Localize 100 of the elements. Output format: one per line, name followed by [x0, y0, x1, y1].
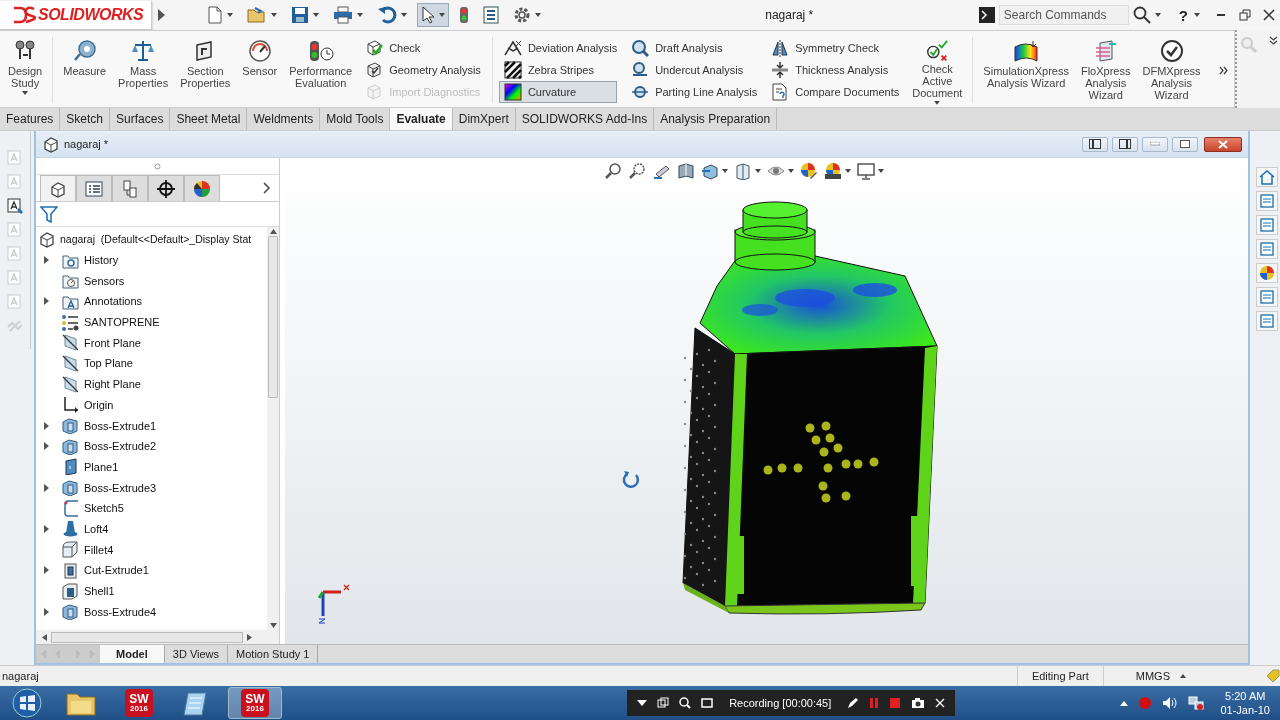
command-prompt-icon[interactable]: [978, 7, 995, 23]
view-toolbar-button[interactable]: [629, 162, 647, 180]
ribbon-button[interactable]: Curvature: [498, 81, 617, 103]
expand-arrow-icon[interactable]: [43, 256, 49, 265]
bottle-model-drawing[interactable]: [682, 201, 938, 615]
pencil-icon[interactable]: [847, 697, 860, 709]
zoom-icon[interactable]: [679, 697, 692, 709]
tree-item[interactable]: Top Plane: [84, 357, 133, 370]
command-tab[interactable]: SOLIDWORKS Add-Ins: [515, 108, 655, 130]
splitter-handle-icon[interactable]: [154, 162, 161, 170]
ribbon-button[interactable]: Zebra Stripes: [498, 59, 623, 81]
expand-arrow-icon[interactable]: [43, 297, 49, 306]
tree-item[interactable]: Shell1: [84, 585, 115, 598]
command-tab[interactable]: Analysis Preparation: [654, 108, 778, 130]
ribbon-button[interactable]: Compare Documents: [766, 81, 905, 103]
ribbon-button[interactable]: Deviation Analysis: [498, 37, 623, 59]
app-logo[interactable]: SOLIDWORKS: [0, 0, 153, 30]
caret-up-icon[interactable]: [1180, 674, 1186, 678]
ribbon-button[interactable]: Parting Line Analysis: [626, 81, 763, 103]
tile-left-button[interactable]: [1082, 136, 1108, 152]
command-tab[interactable]: Features: [0, 108, 61, 130]
ribbon-button[interactable]: DFMXpress Analysis Wizard: [1138, 35, 1205, 105]
expand-arrow-icon[interactable]: [43, 421, 49, 430]
close-icon[interactable]: [935, 698, 946, 708]
panel-tab[interactable]: [148, 175, 184, 201]
tree-item[interactable]: Sensors: [84, 274, 125, 287]
view-toolbar-button[interactable]: [857, 162, 884, 180]
horizontal-scrollbar[interactable]: [36, 630, 279, 644]
chevron-right-icon[interactable]: [263, 182, 271, 194]
ribbon-button[interactable]: Symmetry Check: [766, 37, 905, 59]
command-tab[interactable]: Sheet Metal: [170, 108, 248, 130]
units-selector[interactable]: MMGS: [1103, 670, 1180, 682]
ribbon-button[interactable]: Mass Properties: [114, 35, 173, 105]
close-button[interactable]: [1204, 136, 1242, 152]
expand-arrow-icon[interactable]: [43, 524, 49, 533]
clock-time[interactable]: 5:20 AM: [1225, 689, 1266, 703]
camera-icon[interactable]: [911, 697, 926, 709]
command-tab[interactable]: Weldments: [247, 108, 321, 130]
tree-item[interactable]: History: [84, 254, 119, 267]
scroll-up-icon[interactable]: [269, 229, 277, 234]
clock-date[interactable]: 01-Jan-10: [1220, 703, 1270, 717]
tag-icon[interactable]: [1266, 669, 1280, 683]
tree-item[interactable]: Boss-Extrude1: [84, 419, 157, 432]
task-pane-button[interactable]: [1256, 215, 1278, 235]
view-toolbar-button[interactable]: [734, 162, 761, 180]
ribbon-button[interactable]: Draft Analysis: [626, 37, 763, 59]
view-toolbar-button[interactable]: [677, 162, 695, 180]
command-tab[interactable]: Evaluate: [390, 108, 453, 130]
ribbon-button[interactable]: FloXpress Analysis Wizard: [1076, 35, 1135, 105]
search-field[interactable]: Search Commands: [998, 5, 1129, 25]
tree-item[interactable]: Origin: [84, 398, 114, 411]
frame-icon[interactable]: [701, 697, 714, 709]
tree-item[interactable]: Plane1: [84, 460, 119, 473]
view-toolbar-button[interactable]: [824, 162, 851, 180]
scroll-right-icon[interactable]: [247, 633, 252, 641]
caret-icon[interactable]: [637, 700, 648, 706]
tree-root-label[interactable]: nagaraj (Default<<Default>_Display Stat: [60, 233, 252, 246]
task-pane-button[interactable]: [1256, 311, 1278, 331]
tree-item[interactable]: Fillet4: [84, 543, 114, 556]
taskbar-app-button[interactable]: SW 2016: [112, 687, 166, 719]
ribbon-button[interactable]: Check Active Document: [908, 35, 967, 105]
tree-item[interactable]: Front Plane: [84, 336, 141, 349]
ribbon-button[interactable]: Undercut Analysis: [626, 59, 763, 81]
expand-arrow-icon[interactable]: [43, 566, 49, 575]
toolbar-button[interactable]: [417, 3, 450, 27]
ribbon-button[interactable]: SimulationXpress Analysis Wizard: [979, 35, 1073, 105]
tile-right-button[interactable]: [1112, 136, 1138, 152]
ribbon-button[interactable]: Geometry Analysis: [360, 59, 486, 81]
tree-item[interactable]: Right Plane: [84, 378, 141, 391]
view-toolbar-button[interactable]: [701, 162, 728, 180]
annotation-tool-button[interactable]: [6, 197, 24, 215]
caret-up-icon[interactable]: [1120, 700, 1129, 706]
taskbar-app-button[interactable]: SW 2016: [228, 687, 282, 719]
ribbon-button[interactable]: Thickness Analysis: [766, 59, 905, 81]
command-tab[interactable]: Sketch: [60, 108, 111, 130]
ribbon-button[interactable]: Measure: [59, 35, 111, 105]
command-tab[interactable]: Surfaces: [110, 108, 171, 130]
tree-item[interactable]: Boss-Extrude4: [84, 605, 157, 618]
maximize-button[interactable]: [1172, 136, 1198, 152]
tree-item[interactable]: Loft4: [84, 522, 109, 535]
help-button[interactable]: ?: [1178, 6, 1188, 24]
expand-arrow-icon[interactable]: [43, 483, 49, 492]
search-icon[interactable]: [1132, 6, 1151, 24]
command-tab[interactable]: DimXpert: [452, 108, 516, 130]
ribbon-button[interactable]: Sensor: [238, 35, 282, 105]
view-toolbar-button[interactable]: [800, 162, 818, 180]
model-tab[interactable]: 3D Views: [164, 645, 229, 663]
task-pane-button[interactable]: [1256, 287, 1278, 307]
task-pane-button[interactable]: [1256, 263, 1278, 283]
panel-tab[interactable]: [40, 175, 76, 201]
ribbon-button[interactable]: Performance Evaluation: [285, 35, 357, 105]
expand-arrow-icon[interactable]: [43, 607, 49, 616]
windows-icon[interactable]: [657, 697, 670, 709]
tree-item[interactable]: Cut-Extrude1: [84, 564, 149, 577]
stop-icon[interactable]: [889, 697, 902, 709]
model-tab[interactable]: Model: [100, 645, 165, 663]
model-tab[interactable]: Motion Study 1: [228, 645, 319, 663]
ribbon-button[interactable]: Section Properties: [176, 35, 235, 105]
task-pane-button[interactable]: [1256, 191, 1278, 211]
tree-item[interactable]: Sketch5: [84, 502, 124, 515]
